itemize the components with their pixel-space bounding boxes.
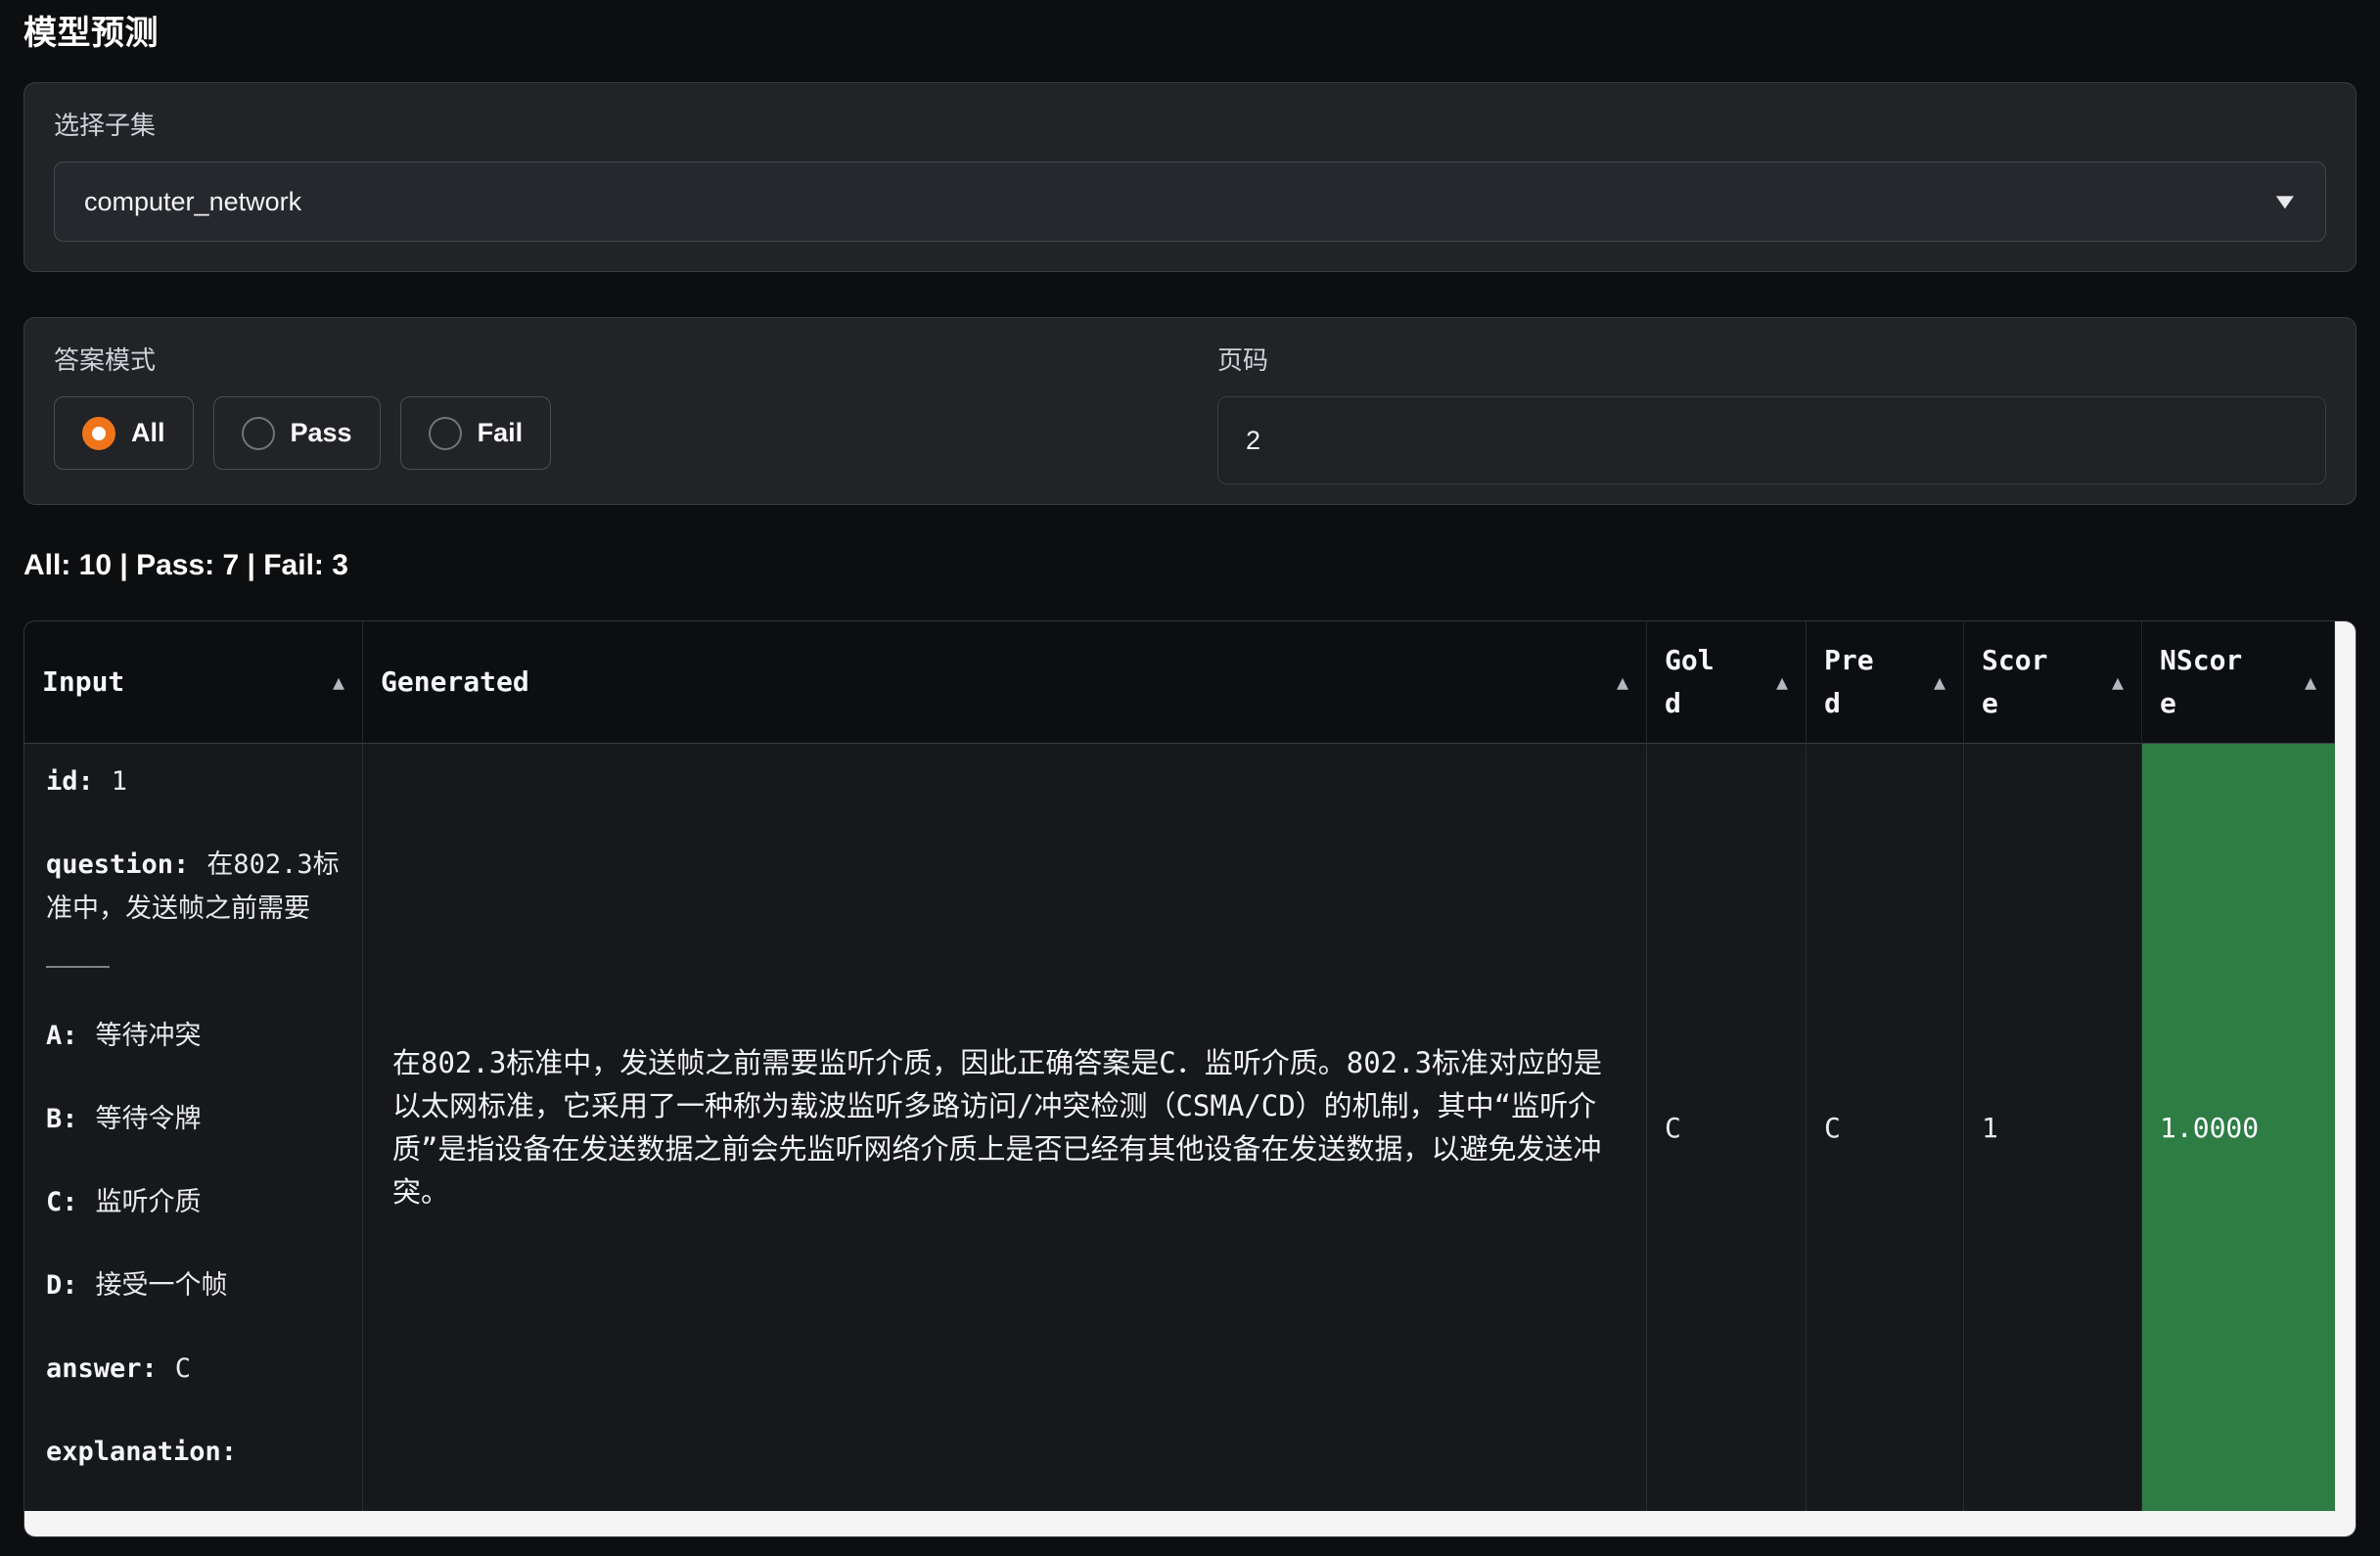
sort-asc-icon: ▲ xyxy=(1934,661,1945,704)
radio-option-all[interactable]: All xyxy=(54,396,194,470)
pred-value: C xyxy=(1824,1112,1841,1144)
column-header-input-label: Input xyxy=(42,661,124,704)
input-field-explanation: explanation: xyxy=(46,1430,341,1474)
page-number-group: 页码 xyxy=(1217,343,2326,484)
radio-option-pass[interactable]: Pass xyxy=(213,396,381,470)
column-header-pred-label: Pred xyxy=(1824,639,1877,725)
vertical-scrollbar[interactable] xyxy=(2335,621,2357,1511)
input-field-question: question:在802.3标准中，发送帧之前需要____ xyxy=(46,843,341,975)
cell-generated[interactable]: 在802.3标准中，发送帧之前需要监听介质，因此正确答案是C．监听介质。802.… xyxy=(363,744,1647,1511)
column-header-nscore[interactable]: NScore ▲ xyxy=(2142,621,2335,744)
nscore-value: 1.0000 xyxy=(2160,1112,2259,1144)
page-number-label: 页码 xyxy=(1217,343,2326,377)
answer-mode-group: 答案模式 All Pass Fail xyxy=(54,343,1163,484)
page-number-input[interactable] xyxy=(1217,396,2326,484)
column-header-score[interactable]: Score ▲ xyxy=(1964,621,2142,744)
field-value: 等待冲突 xyxy=(96,1021,202,1051)
column-header-score-label: Score xyxy=(1982,639,2052,725)
horizontal-scrollbar[interactable] xyxy=(24,1511,2357,1536)
input-field-option-c: C: 监听介质 xyxy=(46,1180,341,1224)
sort-asc-icon: ▲ xyxy=(1617,661,1628,704)
gold-value: C xyxy=(1665,1112,1681,1144)
subset-panel: 选择子集 computer_network ▼ xyxy=(23,82,2357,272)
prediction-table: Input ▲ Generated ▲ Gold ▲ Pred ▲ Score … xyxy=(23,620,2357,1537)
field-value: 监听介质 xyxy=(96,1187,202,1217)
cell-pred[interactable]: C xyxy=(1807,744,1964,1511)
radio-option-fail[interactable]: Fail xyxy=(400,396,552,470)
cell-score[interactable]: 1 xyxy=(1964,744,2142,1511)
column-header-pred[interactable]: Pred ▲ xyxy=(1807,621,1964,744)
input-field-answer: answer: C xyxy=(46,1347,341,1391)
input-field-option-a: A: 等待冲突 xyxy=(46,1014,341,1058)
field-key: question: xyxy=(46,849,189,880)
score-value: 1 xyxy=(1982,1112,1998,1144)
field-value: 接受一个帧 xyxy=(96,1270,228,1301)
answer-mode-label: 答案模式 xyxy=(54,343,1163,377)
field-key: D: xyxy=(46,1270,78,1301)
field-key: id: xyxy=(46,766,94,797)
answer-mode-radio-row: All Pass Fail xyxy=(54,396,1163,470)
input-field-option-b: B: 等待令牌 xyxy=(46,1097,341,1141)
model-prediction-page: 模型预测 选择子集 computer_network ▼ 答案模式 All Pa… xyxy=(0,0,2380,1537)
subset-label: 选择子集 xyxy=(54,109,2326,142)
subset-dropdown[interactable]: computer_network ▼ xyxy=(54,161,2326,242)
page-title: 模型预测 xyxy=(23,12,2357,55)
column-header-generated-label: Generated xyxy=(381,661,529,704)
radio-unselected-icon xyxy=(242,417,275,450)
sort-asc-icon: ▲ xyxy=(2305,661,2316,704)
input-field-option-d: D: 接受一个帧 xyxy=(46,1263,341,1307)
radio-option-pass-label: Pass xyxy=(291,418,352,448)
column-header-gold-label: Gold xyxy=(1665,639,1717,725)
sort-asc-icon: ▲ xyxy=(1776,661,1788,704)
column-header-gold[interactable]: Gold ▲ xyxy=(1647,621,1807,744)
radio-selected-icon xyxy=(82,417,115,450)
cell-input[interactable]: id: 1 question:在802.3标准中，发送帧之前需要____ A: 等待… xyxy=(24,744,363,1511)
column-header-generated[interactable]: Generated ▲ xyxy=(363,621,1647,744)
column-header-input[interactable]: Input ▲ xyxy=(24,621,363,744)
filters-panel: 答案模式 All Pass Fail 页码 xyxy=(23,317,2357,505)
input-field-id: id: 1 xyxy=(46,759,341,803)
field-key: answer: xyxy=(46,1353,158,1384)
field-value: 1 xyxy=(112,766,127,797)
chevron-down-icon: ▼ xyxy=(2270,189,2300,214)
field-value: C xyxy=(175,1353,191,1384)
subset-dropdown-value: computer_network xyxy=(84,187,301,217)
field-key: B: xyxy=(46,1104,78,1134)
cell-gold[interactable]: C xyxy=(1647,744,1807,1511)
column-header-nscore-label: NScore xyxy=(2160,639,2248,725)
field-key: C: xyxy=(46,1187,78,1217)
sort-asc-icon: ▲ xyxy=(2112,661,2124,704)
radio-unselected-icon xyxy=(429,417,462,450)
cell-nscore[interactable]: 1.0000 xyxy=(2142,744,2335,1511)
radio-option-fail-label: Fail xyxy=(478,418,524,448)
field-value: 等待令牌 xyxy=(96,1104,202,1134)
sort-asc-icon: ▲ xyxy=(333,661,344,704)
summary-text: All: 10 | Pass: 7 | Fail: 3 xyxy=(23,548,2357,583)
field-key: explanation: xyxy=(46,1437,237,1467)
radio-option-all-label: All xyxy=(131,418,165,448)
field-key: A: xyxy=(46,1021,78,1051)
generated-text: 在802.3标准中，发送帧之前需要监听介质，因此正确答案是C．监听介质。802.… xyxy=(392,1041,1617,1213)
